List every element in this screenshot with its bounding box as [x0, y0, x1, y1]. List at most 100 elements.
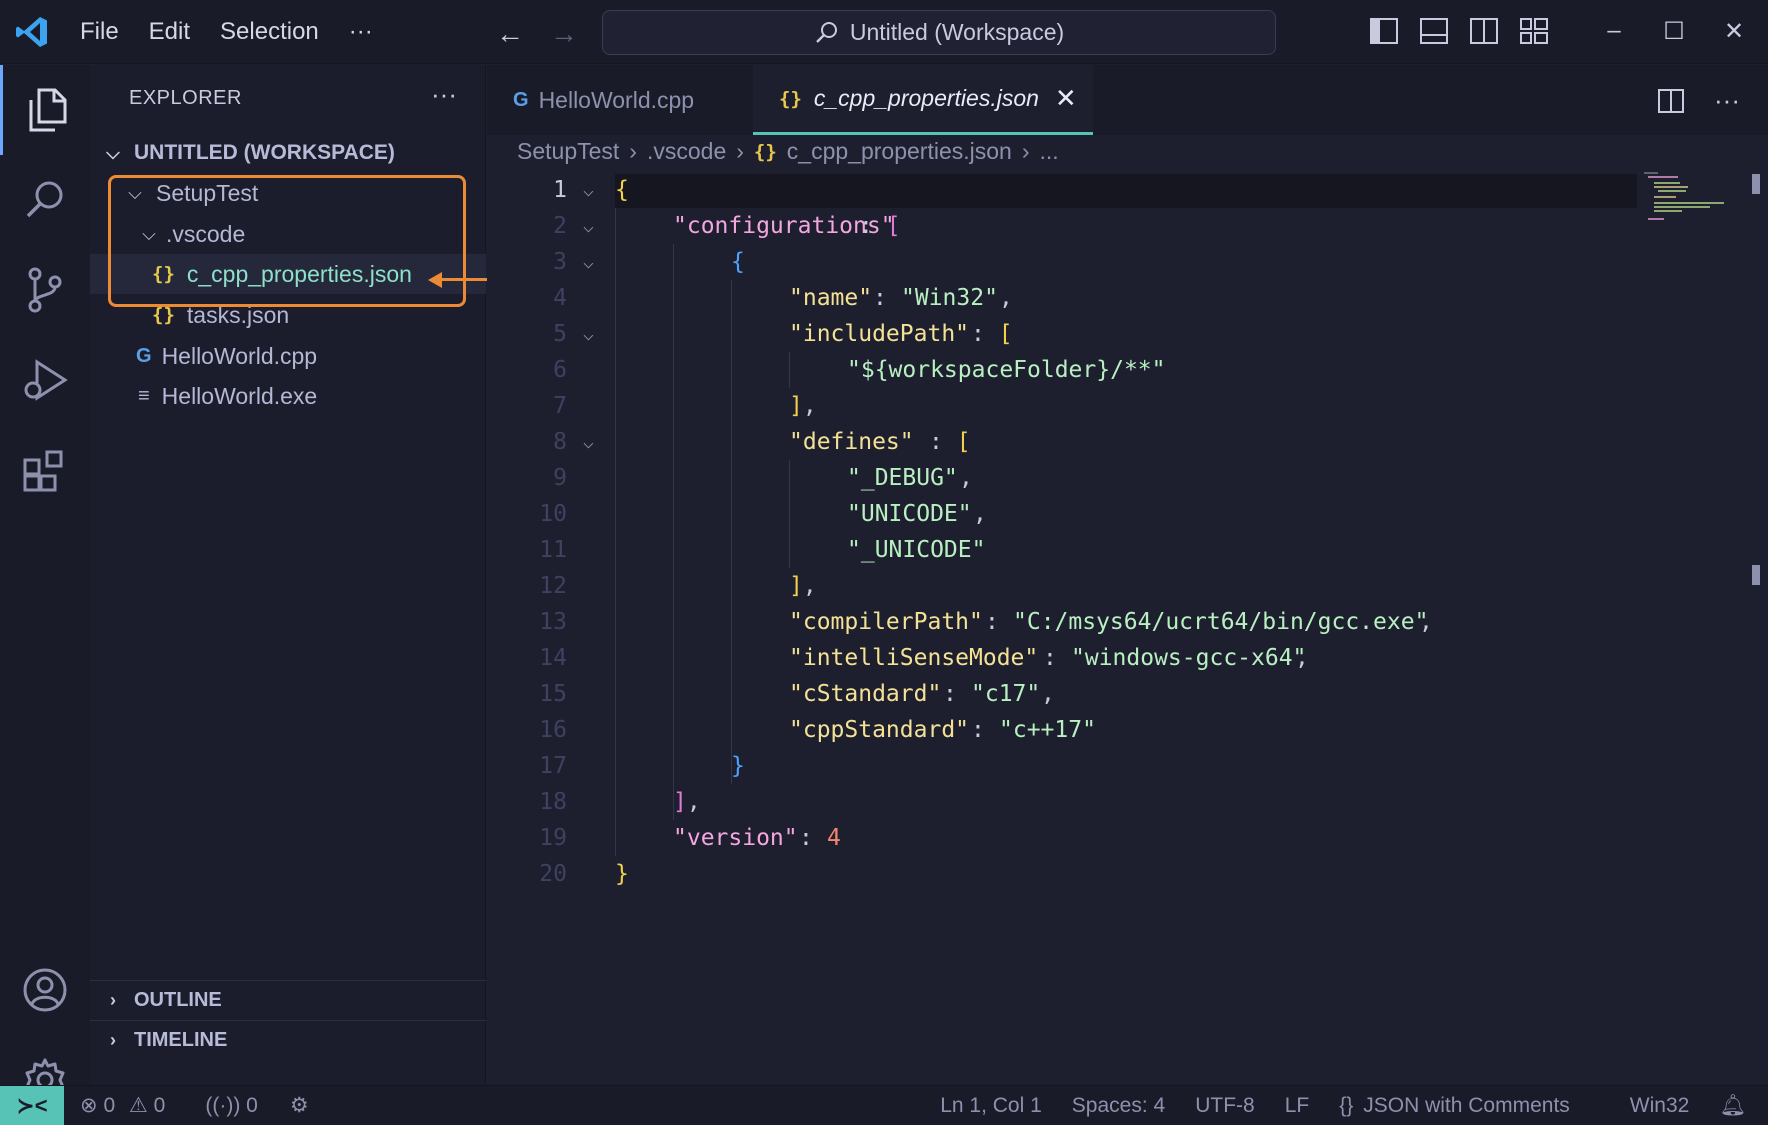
end-of-line[interactable]: LF: [1285, 1094, 1310, 1118]
json-key: "name": [789, 285, 873, 311]
code-text: :: [943, 681, 957, 707]
close-window-icon[interactable]: ✕: [1704, 17, 1764, 46]
workspace-header[interactable]: ⌵ UNTITLED (WORKSPACE): [90, 133, 486, 173]
minimap[interactable]: [1640, 170, 1730, 230]
cursor-position[interactable]: Ln 1, Col 1: [940, 1094, 1042, 1118]
forward-arrow-icon[interactable]: →: [550, 18, 578, 50]
line-number: 13: [539, 609, 567, 635]
code-editor[interactable]: 1 ⌵ { 2 ⌵ "configurations" : [ 3 ⌵ { 4 "…: [487, 172, 1768, 1082]
search-activity[interactable]: [0, 155, 90, 245]
language-mode[interactable]: {} JSON with Comments: [1339, 1094, 1600, 1118]
command-center-label: Untitled (Workspace): [849, 19, 1065, 45]
menu-file[interactable]: File: [80, 18, 119, 46]
line-number: 4: [553, 285, 567, 311]
menu-edit[interactable]: Edit: [149, 18, 190, 46]
outline-label: OUTLINE: [134, 989, 222, 1011]
problems-indicator[interactable]: ⊗ 0 ⚠ 0: [80, 1093, 165, 1118]
code-text: ,: [973, 501, 987, 527]
line-number: 17: [539, 753, 567, 779]
back-arrow-icon[interactable]: ←: [496, 18, 524, 50]
indentation[interactable]: Spaces: 4: [1072, 1094, 1165, 1118]
encoding[interactable]: UTF-8: [1195, 1094, 1255, 1118]
editor-more-button[interactable]: ···: [1714, 85, 1740, 116]
code-line: 9 "_DEBUG" ,: [487, 460, 1768, 496]
chevron-down-icon[interactable]: ⌵: [583, 432, 594, 453]
tab-label: HelloWorld.cpp: [538, 86, 695, 113]
breadcrumb-item[interactable]: SetupTest: [517, 138, 619, 165]
line-number: 9: [553, 465, 567, 491]
status-bar: ≻< ⊗ 0 ⚠ 0 ((·)) 0 ⚙ Ln 1, Col 1 Spaces:…: [0, 1085, 1768, 1125]
error-count: 0: [103, 1094, 116, 1117]
menu-selection[interactable]: Selection: [220, 18, 319, 46]
callout-line: [438, 278, 488, 281]
chevron-down-icon[interactable]: ⌵: [583, 180, 594, 201]
line-number: 11: [539, 537, 567, 563]
tree-file-helloworld-exe[interactable]: ≡ HelloWorld.exe: [90, 376, 486, 416]
explorer-more-button[interactable]: ···: [431, 79, 457, 110]
breadcrumb-item[interactable]: ...: [1040, 138, 1059, 165]
configuration[interactable]: Win32: [1630, 1094, 1690, 1118]
code-line: 4 "name" : "Win32" ,: [487, 280, 1768, 316]
json-icon: {}: [779, 87, 802, 110]
toggle-panel-icon[interactable]: [1418, 16, 1450, 46]
warning-icon: ⚠: [128, 1094, 148, 1117]
code-line: 3 ⌵ {: [487, 244, 1768, 280]
scrollbar-thumb[interactable]: [1752, 174, 1760, 194]
code-line: 1 ⌵ {: [487, 172, 1768, 208]
tab-helloworld-cpp[interactable]: G HelloWorld.cpp: [487, 65, 753, 135]
scrollbar-marker[interactable]: [1752, 565, 1760, 585]
code-line: 12 ],: [487, 568, 1768, 604]
json-value: "_UNICODE": [847, 537, 986, 563]
json-value: 4: [827, 825, 841, 851]
code-text: ],: [673, 789, 701, 815]
callout-arrow-icon: [428, 272, 442, 288]
source-control-activity[interactable]: [0, 245, 90, 335]
run-debug-activity[interactable]: [0, 335, 90, 425]
accounts-activity[interactable]: [0, 945, 90, 1035]
outline-section[interactable]: › OUTLINE: [90, 980, 486, 1020]
maximize-icon[interactable]: ☐: [1644, 17, 1704, 46]
breadcrumb-item[interactable]: c_cpp_properties.json: [787, 138, 1012, 165]
explorer-activity[interactable]: [0, 65, 90, 155]
error-icon: ⊗: [80, 1094, 98, 1117]
close-icon[interactable]: ✕: [1055, 83, 1077, 114]
tree-file-helloworld-cpp[interactable]: G HelloWorld.cpp: [90, 336, 486, 376]
line-number: 16: [539, 717, 567, 743]
menu-more-button[interactable]: ···: [349, 18, 373, 46]
split-editor-icon[interactable]: [1656, 87, 1686, 115]
bell-icon[interactable]: 🔔︎: [1719, 1094, 1746, 1118]
chevron-down-icon[interactable]: ⌵: [583, 252, 594, 273]
code-line: 5 ⌵ "includePath" : [: [487, 316, 1768, 352]
chevron-right-icon: ›: [629, 138, 637, 164]
json-value: "${workspaceFolder}/**": [847, 357, 1166, 383]
timeline-section[interactable]: › TIMELINE: [90, 1020, 486, 1060]
extensions-activity[interactable]: [0, 425, 90, 515]
chevron-down-icon[interactable]: ⌵: [583, 216, 594, 237]
line-number: 7: [553, 393, 567, 419]
debug-icon[interactable]: ⚙: [290, 1093, 309, 1118]
broadcast-icon: ((·)): [205, 1093, 241, 1117]
ports-indicator[interactable]: ((·)) 0: [205, 1094, 258, 1118]
chevron-down-icon[interactable]: ⌵: [583, 324, 594, 345]
breadcrumb-item[interactable]: .vscode: [647, 138, 726, 165]
toggle-secondary-sidebar-icon[interactable]: [1468, 16, 1500, 46]
highlight-box: [108, 175, 466, 307]
minimize-icon[interactable]: –: [1584, 17, 1644, 45]
tab-c-cpp-properties[interactable]: {} c_cpp_properties.json ✕: [753, 65, 1093, 135]
line-number: 18: [539, 789, 567, 815]
json-key: "cppStandard": [789, 717, 970, 743]
remote-indicator-icon[interactable]: ≻<: [0, 1085, 64, 1125]
toggle-primary-sidebar-icon[interactable]: [1368, 16, 1400, 46]
breadcrumb: SetupTest › .vscode › {} c_cpp_propertie…: [517, 138, 1059, 165]
json-key: "defines": [789, 429, 914, 455]
code-line: 16 "cppStandard" : "c++17": [487, 712, 1768, 748]
line-number: 14: [539, 645, 567, 671]
command-center-search[interactable]: Untitled (Workspace): [602, 10, 1276, 55]
line-number: 10: [539, 501, 567, 527]
run-debug-icon: [24, 359, 68, 401]
customize-layout-icon[interactable]: [1518, 16, 1550, 46]
editor-tabs: G HelloWorld.cpp {} c_cpp_properties.jso…: [487, 65, 1768, 135]
code-line: 19 "version" : 4: [487, 820, 1768, 856]
activity-bar: [0, 65, 90, 1102]
code-text: ,: [959, 465, 973, 491]
